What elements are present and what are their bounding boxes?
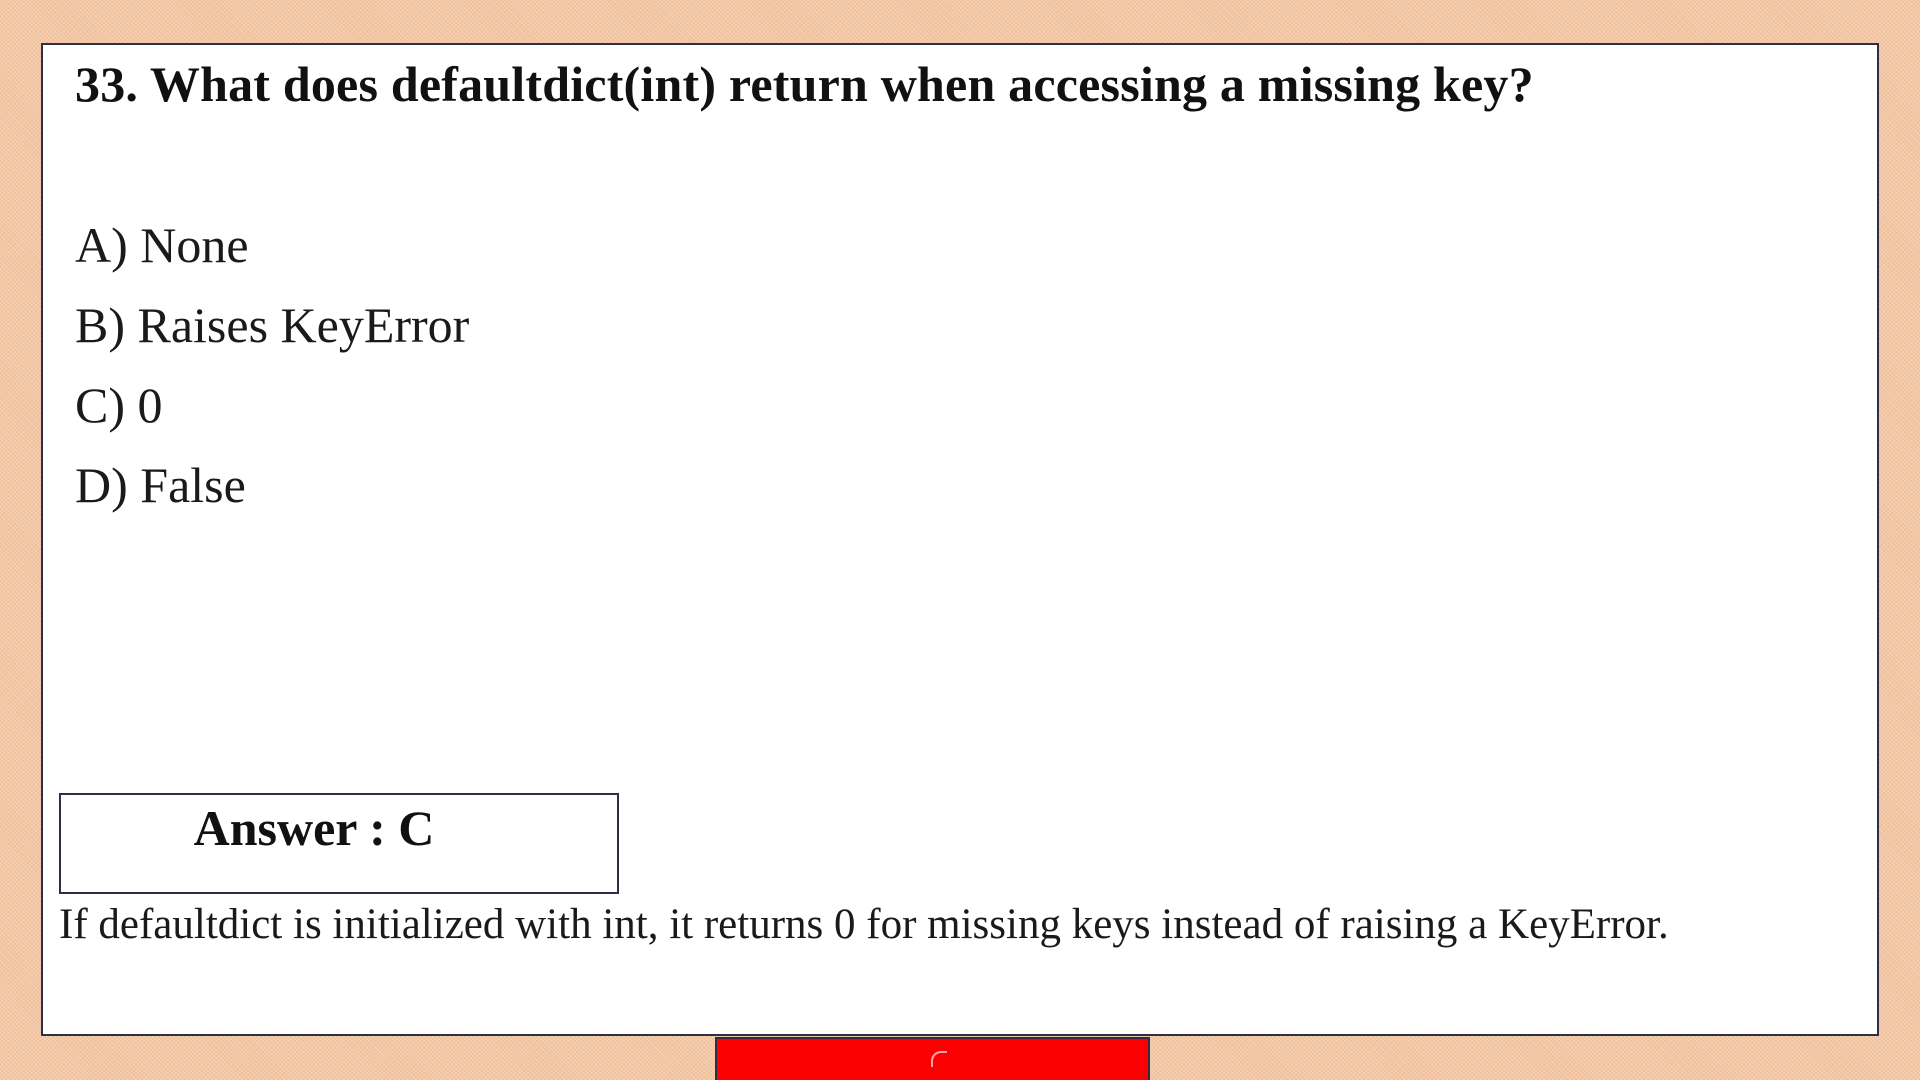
option-c: C) 0 (75, 377, 163, 433)
bottom-red-bar (715, 1037, 1150, 1080)
question-title: 33. What does defaultdict(int) return wh… (75, 56, 1534, 112)
option-d: D) False (75, 457, 246, 513)
answer-box: Answer : C (59, 793, 619, 894)
option-a: A) None (75, 217, 249, 273)
options-list: A) None B) Raises KeyError C) 0 D) False (75, 205, 469, 525)
answer-explanation: If defaultdict is initialized with int, … (59, 901, 1669, 948)
loading-mark-icon (931, 1051, 947, 1067)
option-b: B) Raises KeyError (75, 297, 470, 353)
answer-label: Answer : C (193, 800, 435, 856)
slide-card: 33. What does defaultdict(int) return wh… (41, 43, 1879, 1036)
